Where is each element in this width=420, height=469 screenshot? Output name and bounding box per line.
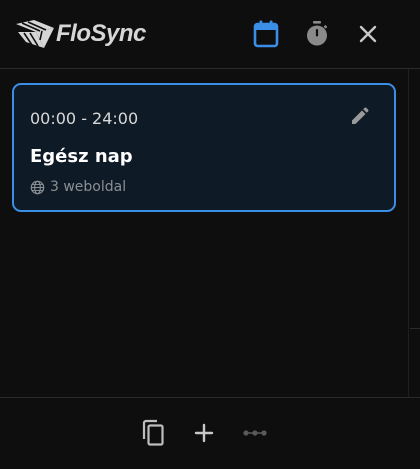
schedule-time-range: 00:00 - 24:00 <box>30 109 139 128</box>
add-button[interactable] <box>189 418 219 448</box>
timer-button[interactable] <box>302 19 332 49</box>
more-dots-icon <box>243 430 267 436</box>
calendar-button[interactable] <box>251 19 281 49</box>
scrollbar[interactable] <box>408 69 420 397</box>
app-name: FloSync <box>56 20 146 47</box>
schedule-sites-label: 3 weboldal <box>50 179 127 195</box>
plus-icon <box>194 423 214 443</box>
copy-button[interactable] <box>138 418 168 448</box>
app-logo: FloSync <box>14 16 146 52</box>
edit-schedule-button[interactable] <box>347 105 371 129</box>
footer-toolbar <box>0 397 420 469</box>
schedule-card[interactable]: 00:00 - 24:00 Egész nap 3 weboldal <box>12 83 396 212</box>
close-button[interactable] <box>353 19 383 49</box>
globe-icon <box>30 180 45 194</box>
scrollbar-thumb[interactable] <box>410 328 420 329</box>
schedule-title: Egész nap <box>30 146 133 167</box>
close-icon <box>359 25 377 43</box>
stopwatch-icon <box>307 21 328 46</box>
schedule-sites: 3 weboldal <box>30 179 126 195</box>
more-button[interactable] <box>240 418 270 448</box>
copy-icon <box>142 419 164 446</box>
header-bar: FloSync <box>0 0 420 69</box>
schedule-list: 00:00 - 24:00 Egész nap 3 weboldal <box>0 69 408 397</box>
calendar-icon <box>253 20 279 48</box>
app-window: FloSync 00:00 - 24:00 Egész nap 3 webold… <box>0 0 420 469</box>
flosync-logo-icon <box>16 20 54 48</box>
pencil-icon <box>352 107 369 124</box>
